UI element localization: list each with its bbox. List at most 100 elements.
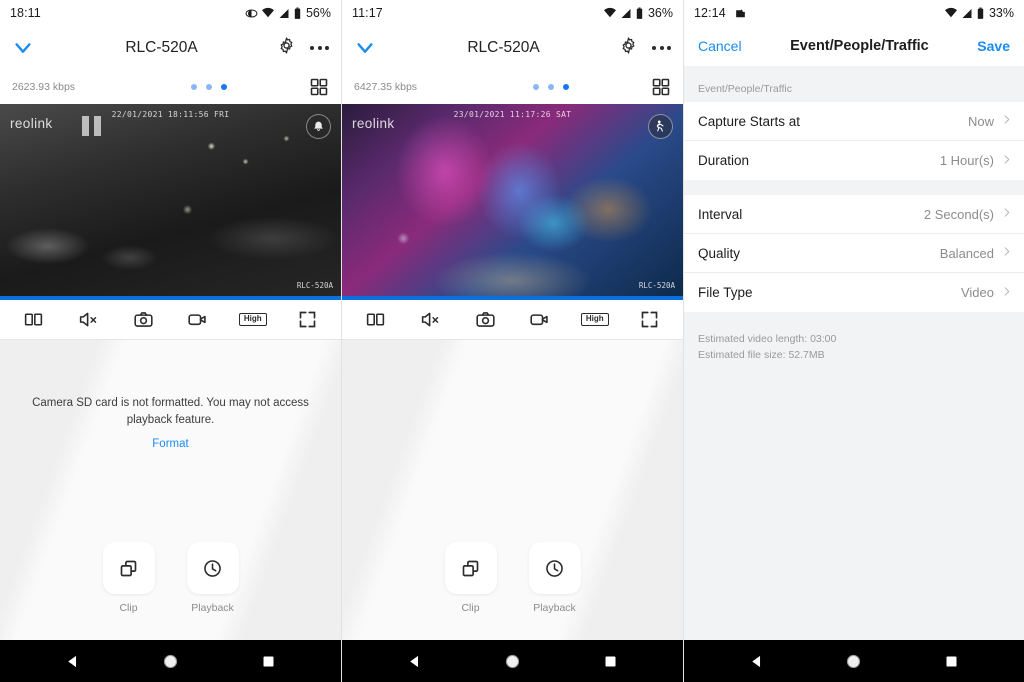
gear-icon[interactable] — [277, 36, 296, 60]
chevron-down-icon[interactable] — [354, 37, 388, 59]
back-icon[interactable] — [51, 640, 95, 682]
clip-label: Clip — [119, 602, 138, 614]
phone-panel-live-view-1: 18:11 56% RLC-520A 2623.93 kbps reolink … — [0, 0, 342, 682]
stream-sub-bar: 2623.93 kbps — [0, 70, 341, 104]
snapshot-camera-icon[interactable] — [122, 305, 164, 335]
battery-percent: 36% — [647, 6, 673, 20]
status-icons: 56% — [245, 6, 331, 20]
android-nav-bar — [0, 640, 341, 682]
screenshot-root: 18:11 56% RLC-520A 2623.93 kbps reolink … — [0, 0, 1024, 682]
record-video-icon[interactable] — [519, 305, 561, 335]
chevron-right-icon — [1001, 244, 1012, 262]
row-label: Capture Starts at — [698, 113, 801, 129]
settings-group-1: Capture Starts at Now Duration 1 Hour(s) — [684, 102, 1024, 180]
bitrate-label: 6427.35 kbps — [354, 81, 418, 93]
app-title-bar: RLC-520A — [342, 26, 683, 70]
status-time: 12:14 — [694, 6, 726, 20]
clip-action[interactable]: Clip — [101, 542, 157, 614]
alert-bell-icon[interactable] — [306, 114, 331, 139]
playback-action[interactable]: Playback — [185, 542, 241, 614]
page-title: Event/People/Traffic — [790, 38, 929, 54]
battery-icon — [635, 7, 644, 20]
status-time: 18:11 — [10, 6, 41, 20]
status-bar: 18:11 56% — [0, 0, 341, 26]
chevron-right-icon — [1001, 152, 1012, 170]
cancel-button[interactable]: Cancel — [698, 38, 742, 54]
estimated-file-size: Estimated file size: 52.7MB — [698, 349, 825, 362]
recents-icon[interactable] — [929, 640, 973, 682]
chevron-down-icon[interactable] — [12, 37, 46, 59]
chevron-right-icon — [1001, 284, 1012, 302]
row-value: 2 Second(s) — [923, 206, 994, 222]
row-value: 1 Hour(s) — [939, 153, 994, 168]
split-screen-icon[interactable] — [354, 305, 396, 335]
wifi-icon — [944, 7, 958, 20]
battery-percent: 56% — [305, 6, 331, 20]
row-interval[interactable]: Interval 2 Second(s) — [684, 195, 1024, 234]
recents-icon[interactable] — [588, 640, 632, 682]
video-timestamp-overlay: 22/01/2021 18:11:56 FRI — [111, 110, 230, 119]
clock-playback-icon — [528, 542, 581, 594]
clip-action[interactable]: Clip — [443, 542, 499, 614]
quality-high-label: High — [580, 313, 609, 326]
clock-playback-icon — [186, 542, 239, 594]
row-quality[interactable]: Quality Balanced — [684, 234, 1024, 273]
row-label: Interval — [698, 206, 743, 222]
grid-view-icon[interactable] — [647, 77, 671, 97]
quality-high-badge[interactable]: High — [574, 305, 616, 335]
more-options-icon[interactable] — [652, 46, 671, 50]
home-icon[interactable] — [148, 640, 192, 682]
split-screen-icon[interactable] — [12, 305, 54, 335]
mute-icon[interactable] — [409, 305, 451, 335]
live-video-feed[interactable]: reolink 23/01/2021 11:17:26 SAT RLC-520A — [342, 104, 683, 296]
status-icons: 36% — [603, 6, 673, 20]
recents-icon[interactable] — [246, 640, 290, 682]
playback-actions: Clip Playback — [342, 542, 683, 614]
record-video-icon[interactable] — [177, 305, 219, 335]
bitrate-label: 2623.93 kbps — [12, 81, 76, 93]
snapshot-camera-icon[interactable] — [464, 305, 506, 335]
page-indicator-dots[interactable] — [454, 84, 647, 90]
camera-name-title: RLC-520A — [125, 39, 198, 56]
back-icon[interactable] — [393, 640, 437, 682]
sd-card-warning: Camera SD card is not formatted. You may… — [0, 340, 341, 430]
fullscreen-icon[interactable] — [629, 305, 671, 335]
app-title-bar: RLC-520A — [0, 26, 341, 70]
chevron-right-icon — [1001, 112, 1012, 130]
sd-card-warning-text: Camera SD card is not formatted. You may… — [32, 397, 309, 427]
status-bar: 12:14 33% — [684, 0, 1024, 26]
home-icon[interactable] — [490, 640, 534, 682]
live-video-feed[interactable]: reolink 22/01/2021 18:11:56 FRI RLC-520A — [0, 104, 341, 296]
ai-person-detect-icon[interactable] — [648, 114, 673, 139]
video-timestamp-overlay: 23/01/2021 11:17:26 SAT — [453, 110, 572, 119]
playback-panel: Camera SD card is not formatted. You may… — [0, 340, 341, 640]
status-bar: 11:17 36% — [342, 0, 683, 26]
grid-view-icon[interactable] — [305, 77, 329, 97]
battery-icon — [293, 7, 302, 20]
row-value: Now — [967, 113, 994, 129]
section-divider — [684, 180, 1024, 195]
notification-icon — [734, 7, 747, 20]
playback-actions: Clip Playback — [0, 542, 341, 614]
battery-percent: 33% — [988, 6, 1014, 20]
row-file-type[interactable]: File Type Video — [684, 273, 1024, 312]
row-capture-starts-at[interactable]: Capture Starts at Now — [684, 102, 1024, 141]
format-link[interactable]: Format — [0, 438, 341, 450]
mute-icon[interactable] — [67, 305, 109, 335]
clip-icon — [444, 542, 497, 594]
more-options-icon[interactable] — [310, 46, 329, 50]
video-image — [0, 104, 341, 296]
wifi-icon — [261, 7, 275, 20]
back-icon[interactable] — [735, 640, 779, 682]
quality-high-badge[interactable]: High — [232, 305, 274, 335]
playback-label: Playback — [191, 602, 234, 614]
save-button[interactable]: Save — [977, 38, 1010, 54]
fullscreen-icon[interactable] — [287, 305, 329, 335]
section-header: Event/People/Traffic — [684, 66, 1024, 102]
gear-icon[interactable] — [619, 36, 638, 60]
home-icon[interactable] — [832, 640, 876, 682]
row-duration[interactable]: Duration 1 Hour(s) — [684, 141, 1024, 180]
phone-panel-live-view-2: 11:17 36% RLC-520A 6427.35 kbps reolink … — [342, 0, 684, 682]
playback-action[interactable]: Playback — [527, 542, 583, 614]
page-indicator-dots[interactable] — [112, 84, 305, 90]
